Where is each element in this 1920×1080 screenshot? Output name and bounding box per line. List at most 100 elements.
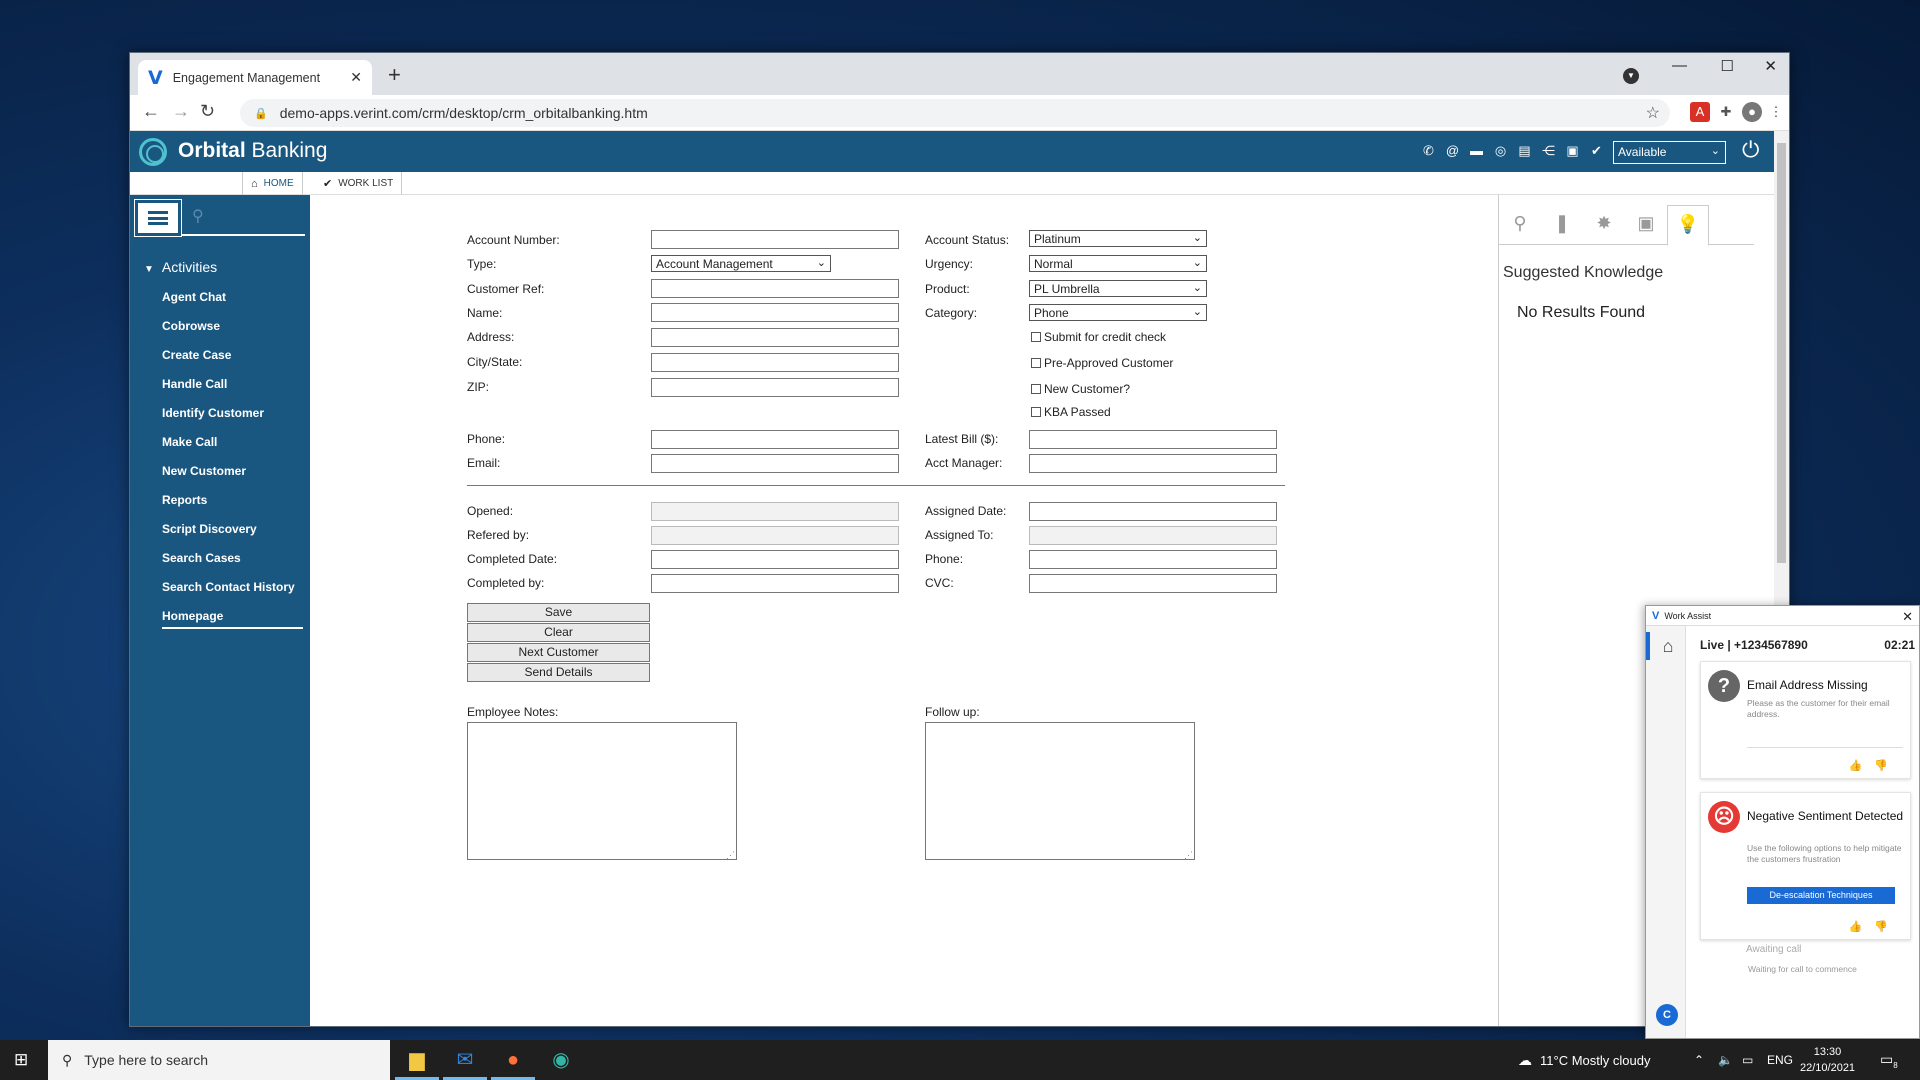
sidebar-item-identify-customer[interactable]: Identify Customer [162, 403, 310, 432]
chat-icon[interactable]: ▬ [1468, 143, 1485, 159]
follow-up-textarea[interactable] [925, 722, 1195, 861]
city-state-input[interactable] [651, 353, 899, 372]
close-icon[interactable]: ✕ [1902, 609, 1913, 625]
forward-arrow-icon[interactable]: → [172, 101, 190, 122]
weather-widget[interactable]: ☁ 11°C Mostly cloudy [1518, 1040, 1650, 1080]
briefcase-icon[interactable]: ▣ [1625, 205, 1667, 244]
next-customer-button[interactable]: Next Customer [467, 643, 650, 662]
pdf-extension-icon[interactable]: A [1690, 102, 1710, 122]
close-tab-icon[interactable]: ✕ [350, 69, 362, 86]
edge-icon[interactable]: ◉ [539, 1044, 583, 1080]
phone-icon[interactable]: ✆ [1420, 143, 1437, 159]
sidebar-item-handle-call[interactable]: Handle Call [162, 374, 310, 403]
category-select[interactable]: Phone ⌄ [1029, 304, 1207, 321]
maximize-button[interactable]: ☐ [1721, 57, 1734, 75]
sidebar-item-script-discovery[interactable]: Script Discovery [162, 519, 310, 548]
live-call-label: Live | +1234567890 [1700, 638, 1808, 652]
target-icon[interactable]: ◎ [1492, 143, 1509, 159]
minimize-button[interactable]: — [1672, 57, 1687, 74]
address-input[interactable] [651, 328, 899, 347]
notification-center-icon[interactable]: ▭8 [1880, 1051, 1898, 1070]
windows-start-icon[interactable]: ⊞ [14, 1050, 28, 1070]
star-badge-icon[interactable]: ✸ [1583, 205, 1625, 244]
browser-menu-icon[interactable]: ⋮ [1766, 102, 1786, 122]
sidebar-item-search-cases[interactable]: Search Cases [162, 548, 310, 577]
firefox-icon[interactable]: ● [491, 1044, 535, 1080]
address-bar[interactable]: 🔒 demo-apps.verint.com/crm/desktop/crm_o… [240, 99, 1670, 127]
taskbar-search[interactable]: ⚲ Type here to search [48, 1040, 390, 1080]
network-icon[interactable]: ▭ [1742, 1040, 1753, 1080]
taskbar-clock[interactable]: 13:30 22/10/2021 [1800, 1044, 1855, 1076]
urgency-select[interactable]: Normal ⌄ [1029, 255, 1207, 272]
avatar[interactable]: C [1656, 1004, 1678, 1026]
customer-ref-input[interactable] [651, 279, 899, 298]
file-explorer-icon[interactable]: ▆ [395, 1044, 439, 1080]
type-select[interactable]: Account Management ⌄ [651, 255, 831, 272]
share-icon[interactable]: ⋲ [1540, 143, 1557, 159]
search-icon[interactable]: ⚲ [192, 206, 204, 226]
send-details-button[interactable]: Send Details [467, 663, 650, 682]
sidebar-item-search-contact-history[interactable]: Search Contact History [162, 577, 310, 606]
tab-work-list[interactable]: ✔ WORK LIST [315, 172, 403, 195]
completed-by-input[interactable] [651, 574, 899, 593]
mail-icon[interactable]: ✉ [443, 1044, 487, 1080]
document-icon[interactable]: ▤ [1516, 143, 1533, 159]
chevron-up-icon[interactable]: ⌃ [1694, 1040, 1704, 1080]
new-customer-checkbox[interactable]: New Customer? [1031, 382, 1130, 396]
lightbulb-icon[interactable]: 💡 [1667, 205, 1709, 246]
activities-section[interactable]: ▼ Activities [144, 259, 217, 275]
name-input[interactable] [651, 303, 899, 322]
extensions-puzzle-icon[interactable]: ✚ [1716, 102, 1736, 122]
name-label: Name: [467, 306, 503, 320]
new-tab-button[interactable]: + [388, 62, 401, 88]
credit-check-checkbox[interactable]: Submit for credit check [1031, 330, 1166, 344]
cvc-input[interactable] [1029, 574, 1277, 593]
account-number-input[interactable] [651, 230, 899, 249]
sidebar-item-make-call[interactable]: Make Call [162, 432, 310, 461]
email-input[interactable] [651, 454, 899, 473]
employee-notes-textarea[interactable] [467, 722, 737, 861]
profile-avatar-icon[interactable]: ● [1742, 102, 1762, 122]
thumbs-feedback-icon[interactable]: 👍👎 [1849, 759, 1900, 772]
kba-passed-checkbox[interactable]: KBA Passed [1031, 405, 1111, 419]
sidebar-item-agent-chat[interactable]: Agent Chat [162, 287, 310, 316]
speaker-icon[interactable]: 🔈 [1718, 1040, 1733, 1080]
pre-approved-checkbox[interactable]: Pre-Approved Customer [1031, 356, 1173, 370]
thumbs-feedback-icon[interactable]: 👍👎 [1849, 920, 1900, 933]
power-icon[interactable]: ⏻ [1742, 137, 1759, 163]
product-select[interactable]: PL Umbrella ⌄ [1029, 280, 1207, 297]
browser-tab[interactable]: V Engagement Management ✕ [138, 60, 372, 95]
sidebar-item-reports[interactable]: Reports [162, 490, 310, 519]
reload-icon[interactable]: ↻ [200, 101, 215, 122]
window-close-button[interactable]: ✕ [1764, 57, 1777, 75]
acct-manager-input[interactable] [1029, 454, 1277, 473]
tab-search-icon[interactable]: ▼ [1623, 68, 1639, 84]
latest-bill-input[interactable] [1029, 430, 1277, 449]
phone-input[interactable] [651, 430, 899, 449]
sidebar-item-new-customer[interactable]: New Customer [162, 461, 310, 490]
home-icon[interactable]: ⌂ [1646, 632, 1686, 660]
sidebar-item-create-case[interactable]: Create Case [162, 345, 310, 374]
completed-date-input[interactable] [651, 550, 899, 569]
de-escalation-button[interactable]: De-escalation Techniques [1747, 887, 1895, 904]
agent-status-select[interactable]: Available ⌄ [1613, 141, 1726, 164]
email-at-icon[interactable]: @ [1444, 143, 1461, 159]
bookmark-icon[interactable]: ❚ [1541, 205, 1583, 244]
language-indicator[interactable]: ENG [1767, 1040, 1793, 1080]
check-phone-icon[interactable]: ✔ [1588, 143, 1605, 159]
save-button[interactable]: Save [467, 603, 650, 622]
assigned-date-input[interactable] [1029, 502, 1277, 521]
sidebar-item-homepage[interactable]: Homepage [162, 606, 303, 629]
search-icon[interactable]: ⚲ [1499, 205, 1541, 244]
tab-home[interactable]: ⌂ HOME [242, 172, 303, 195]
chevron-down-icon: ▼ [144, 264, 154, 275]
clipboard-icon[interactable]: ▣ [1564, 143, 1581, 159]
clear-button[interactable]: Clear [467, 623, 650, 642]
bookmark-star-icon[interactable]: ☆ [1646, 103, 1660, 123]
zip-input[interactable] [651, 378, 899, 397]
sidebar-item-cobrowse[interactable]: Cobrowse [162, 316, 310, 345]
back-arrow-icon[interactable]: ← [142, 101, 160, 122]
account-status-select[interactable]: Platinum ⌄ [1029, 230, 1207, 247]
phone2-input[interactable] [1029, 550, 1277, 569]
menu-icon[interactable] [134, 199, 182, 237]
